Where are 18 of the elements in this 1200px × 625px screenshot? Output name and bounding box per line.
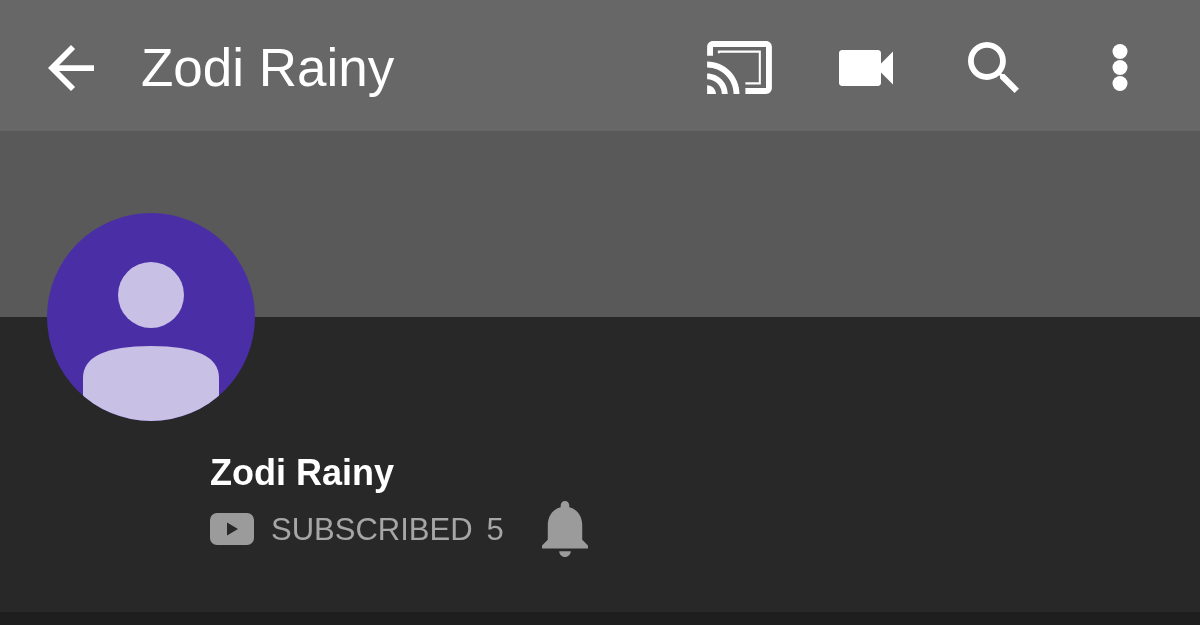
search-button[interactable] <box>967 41 1019 94</box>
more-options-icon <box>1112 44 1128 91</box>
cast-icon <box>706 41 772 94</box>
notification-bell-button[interactable] <box>540 501 589 558</box>
video-camera-icon <box>839 49 893 86</box>
subscriber-count: 5 <box>486 510 504 548</box>
subscribe-button[interactable]: SUBSCRIBED <box>210 510 473 548</box>
back-button[interactable] <box>48 44 94 91</box>
channel-name: Zodi Rainy <box>210 451 395 495</box>
back-arrow-icon <box>48 44 94 91</box>
avatar-icon <box>47 213 255 421</box>
cast-button[interactable] <box>706 41 772 94</box>
video-camera-button[interactable] <box>839 49 893 86</box>
search-icon <box>967 42 1019 93</box>
channel-title: Zodi Rainy <box>141 36 395 99</box>
video-play-icon <box>210 513 254 546</box>
bell-icon <box>540 501 589 558</box>
more-options-button[interactable] <box>1112 41 1128 94</box>
